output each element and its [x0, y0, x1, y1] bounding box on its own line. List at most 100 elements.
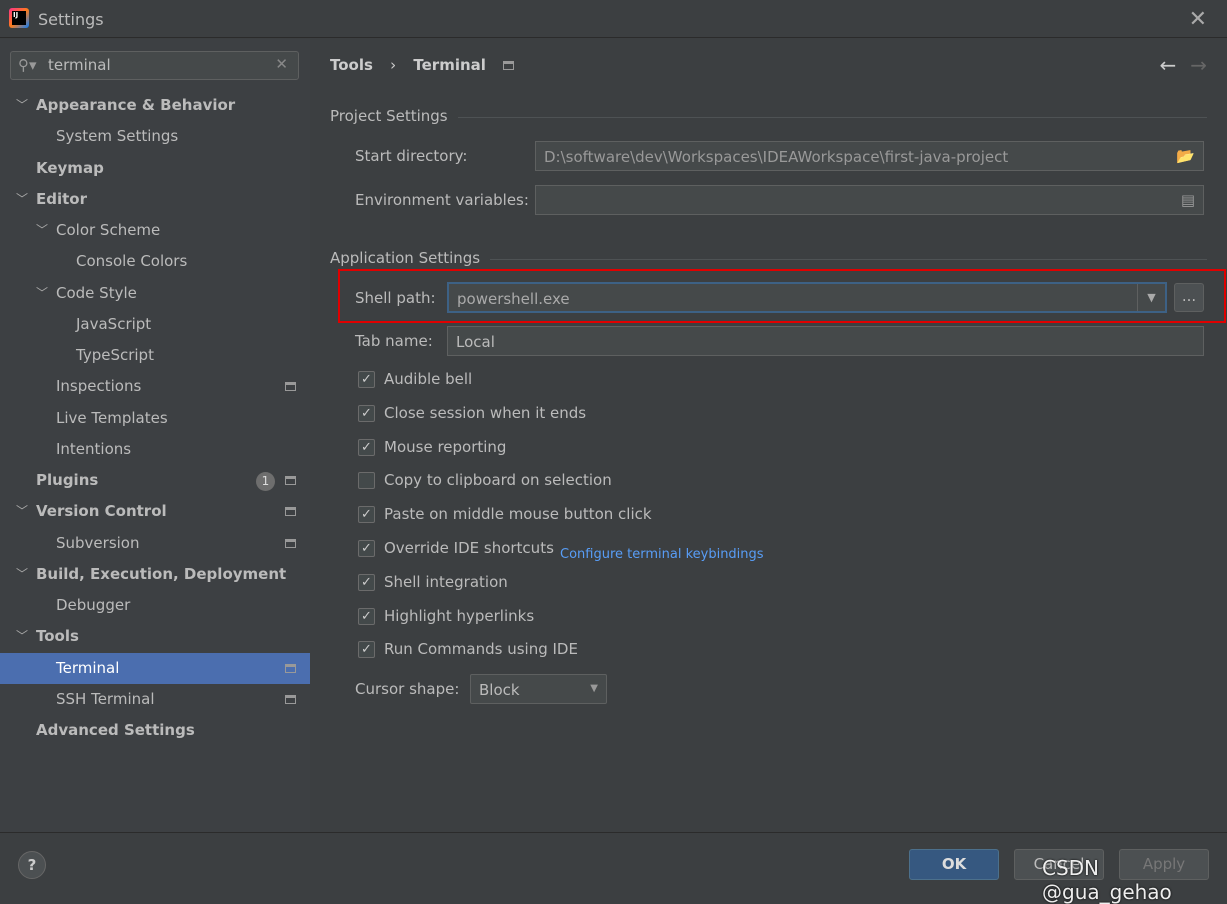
cursor-shape-label: Cursor shape:: [355, 680, 460, 698]
tab-name-value: Local: [456, 333, 495, 351]
breadcrumb: Tools › Terminal: [330, 56, 526, 74]
search-value: terminal: [48, 56, 111, 74]
checkmark-icon[interactable]: ✓: [358, 573, 375, 591]
start-directory-field[interactable]: D:\software\dev\Workspaces\IDEAWorkspace…: [535, 141, 1204, 171]
sidebar-item-terminal[interactable]: Terminal: [0, 652, 310, 684]
breadcrumb-current: Terminal: [413, 56, 486, 74]
sidebar-item-label: Subversion: [56, 533, 140, 552]
settings-tree: ﹀ Appearance & Behavior System Settings Key…: [0, 90, 310, 746]
chevron-down-icon[interactable]: ﹀: [16, 496, 28, 527]
checkmark-icon[interactable]: ✓: [358, 371, 375, 388]
intellij-logo-icon: IJ: [9, 8, 29, 28]
sidebar-item-label: Intentions: [56, 439, 132, 458]
sidebar-item-tools[interactable]: ﹀ Tools: [0, 621, 310, 652]
checkmark-icon[interactable]: ✓: [358, 540, 375, 557]
breadcrumb-parent[interactable]: Tools: [330, 56, 373, 74]
checkmark-icon[interactable]: ✓: [358, 404, 375, 422]
back-arrow-icon[interactable]: ←: [1159, 53, 1176, 77]
checkbox-label: Copy to clipboard on selection: [384, 471, 612, 490]
chevron-down-icon[interactable]: ﹀: [16, 184, 28, 215]
sidebar-item-advanced-settings[interactable]: Advanced Settings: [0, 715, 310, 746]
sidebar-item-typescript[interactable]: TypeScript: [0, 340, 310, 371]
checkbox-label: Audible bell: [384, 370, 473, 388]
cursor-shape-value: Block: [479, 681, 520, 699]
checkmark-icon[interactable]: ✓: [358, 607, 375, 625]
sidebar-item-console-colors[interactable]: Console Colors: [0, 246, 310, 277]
title-bar: IJ Settings ✕: [0, 0, 1227, 38]
start-directory-label: Start directory:: [355, 147, 468, 165]
checkbox-box[interactable]: [358, 472, 375, 490]
page-icon: [285, 507, 296, 517]
sidebar-item-system-settings[interactable]: System Settings: [0, 121, 310, 152]
sidebar-item-build-execution-deployment[interactable]: ﹀ Build, Execution, Deployment: [0, 559, 310, 590]
document-icon[interactable]: ▤: [1181, 191, 1195, 209]
sidebar-item-label: System Settings: [56, 127, 179, 146]
sidebar-item-editor[interactable]: ﹀ Editor: [0, 184, 310, 215]
tab-name-field[interactable]: Local: [447, 326, 1204, 356]
sidebar-item-label: Editor: [36, 189, 87, 208]
sidebar-item-label: Version Control: [36, 502, 167, 521]
checkbox-label: Highlight hyperlinks: [384, 606, 535, 625]
section-title: Project Settings: [330, 107, 458, 125]
sidebar: ⚲▾ terminal ✕ ﹀ Appearance & Behavior Syst…: [0, 39, 310, 832]
sidebar-item-label: SSH Terminal: [56, 689, 155, 708]
sidebar-item-subversion[interactable]: Subversion: [0, 528, 310, 559]
forward-arrow-icon[interactable]: →: [1190, 53, 1207, 77]
page-icon: [285, 694, 296, 704]
chevron-down-icon[interactable]: ﹀: [16, 559, 28, 590]
search-icon: ⚲▾: [18, 56, 37, 74]
sidebar-item-label: Advanced Settings: [36, 721, 195, 739]
chevron-down-icon[interactable]: ﹀: [16, 621, 28, 652]
sidebar-item-plugins[interactable]: Plugins 1: [0, 465, 310, 496]
chevron-down-icon[interactable]: ﹀: [36, 215, 48, 246]
sidebar-item-version-control[interactable]: ﹀ Version Control: [0, 496, 310, 527]
sidebar-item-label: Live Templates: [56, 408, 168, 427]
page-icon: [285, 382, 296, 392]
checkbox-label: Run Commands using IDE: [384, 640, 578, 659]
main-panel: Tools › Terminal ← → Project Settings Sta…: [310, 39, 1227, 832]
environment-variables-label: Environment variables:: [355, 191, 529, 209]
checkmark-icon[interactable]: ✓: [358, 438, 375, 456]
configure-keybindings-link[interactable]: Configure terminal keybindings: [560, 547, 764, 562]
sidebar-item-code-style[interactable]: ﹀ Code Style: [0, 278, 310, 309]
sidebar-item-ssh-terminal[interactable]: SSH Terminal: [0, 684, 310, 715]
update-badge: 1: [256, 472, 275, 491]
sidebar-item-label: Appearance & Behavior: [36, 96, 236, 114]
close-icon[interactable]: ✕: [1189, 7, 1207, 32]
sidebar-item-debugger[interactable]: Debugger: [0, 590, 310, 621]
highlight-annotation: [338, 269, 1226, 323]
start-directory-value: D:\software\dev\Workspaces\IDEAWorkspace…: [544, 148, 1009, 166]
sidebar-item-intentions[interactable]: Intentions: [0, 434, 310, 465]
sidebar-item-appearance-behavior[interactable]: ﹀ Appearance & Behavior: [0, 90, 310, 121]
chevron-down-icon[interactable]: ﹀: [16, 90, 28, 121]
checkbox-label: Close session when it ends: [384, 403, 587, 422]
checkmark-icon[interactable]: ✓: [358, 506, 375, 524]
sidebar-item-label: Console Colors: [76, 252, 188, 271]
ok-button[interactable]: OK: [909, 849, 999, 880]
checkmark-icon[interactable]: ✓: [358, 641, 375, 659]
sidebar-item-keymap[interactable]: Keymap: [0, 153, 310, 184]
chevron-down-icon[interactable]: ﹀: [36, 278, 48, 309]
sidebar-item-javascript[interactable]: JavaScript: [0, 309, 310, 340]
sidebar-item-color-scheme[interactable]: ﹀ Color Scheme: [0, 215, 310, 246]
sidebar-item-inspections[interactable]: Inspections: [0, 371, 310, 402]
sidebar-item-label: Code Style: [56, 283, 137, 302]
section-title: Application Settings: [330, 249, 491, 267]
help-button[interactable]: ?: [18, 851, 46, 879]
folder-icon[interactable]: 📂: [1176, 147, 1195, 165]
cursor-shape-select[interactable]: Block ▼: [470, 674, 607, 704]
application-settings-section: Application Settings: [330, 249, 1207, 267]
sidebar-item-label: Keymap: [36, 158, 104, 177]
watermark: CSDN @gua_gehao: [1042, 856, 1172, 904]
sidebar-item-label: Inspections: [56, 377, 142, 396]
checkbox-label: Paste on middle mouse button click: [384, 505, 652, 524]
sidebar-item-label: Color Scheme: [56, 221, 161, 239]
page-icon: [503, 61, 515, 70]
checkbox-label: Shell integration: [384, 572, 508, 591]
sidebar-item-live-templates[interactable]: Live Templates: [0, 403, 310, 434]
clear-icon[interactable]: ✕: [275, 55, 288, 73]
sidebar-item-label: Terminal: [56, 658, 120, 677]
environment-variables-field[interactable]: ▤: [535, 185, 1204, 215]
search-input[interactable]: ⚲▾ terminal ✕: [10, 51, 299, 80]
tab-name-label: Tab name:: [355, 332, 433, 350]
